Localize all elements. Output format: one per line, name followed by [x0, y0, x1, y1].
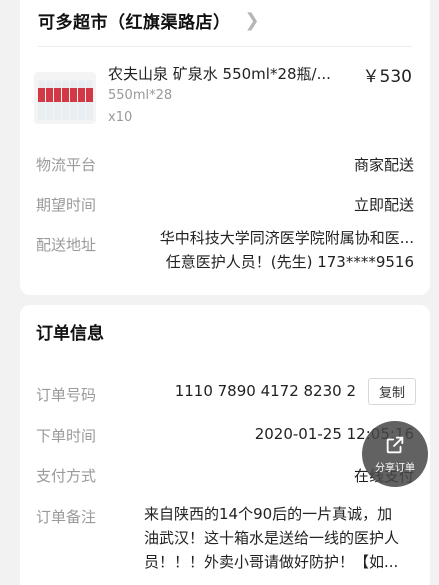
chevron-right-icon[interactable]: ❯ [245, 10, 260, 31]
product-price: ￥530 [362, 67, 412, 87]
address-value: 华中科技大学同济医学院附属协和医... 任意医护人员！(先生) 173****9… [132, 226, 414, 274]
store-name[interactable]: 可多超市（红旗渠路店） [38, 8, 231, 33]
store-card: 可多超市（红旗渠路店） ❯ 农夫山泉 矿泉水 550ml*28瓶/... ￥53… [20, 0, 430, 295]
order-number-label: 订单号码 [36, 386, 97, 404]
address-label: 配送地址 [36, 236, 97, 254]
order-note-label: 订单备注 [36, 508, 97, 526]
product-title[interactable]: 农夫山泉 矿泉水 550ml*28瓶/... [108, 63, 358, 84]
note-line: 来自陕西的14个90后的一片真诚，加 [144, 505, 393, 523]
logistics-value: 商家配送 [353, 156, 414, 174]
product-quantity: x10 [108, 110, 133, 125]
product-image[interactable] [34, 72, 96, 124]
note-line: 油武汉！这十箱水是送给一线的医护人 [144, 529, 400, 547]
product-spec: 550ml*28 [108, 88, 173, 103]
share-order-button[interactable]: 分享订单 [362, 421, 428, 487]
order-note-value: 来自陕西的14个90后的一片真诚，加 油武汉！这十箱水是送给一线的医护人 员！！… [144, 502, 416, 574]
order-time-label: 下单时间 [36, 427, 97, 445]
store-header[interactable]: 可多超市（红旗渠路店） ❯ [38, 8, 260, 33]
expected-time-label: 期望时间 [36, 196, 97, 214]
order-number-value: 1110 7890 4172 8230 2 [174, 382, 356, 400]
note-line: 员！！！外卖小哥请做好防护！【如... [144, 553, 399, 571]
share-order-label: 分享订单 [375, 463, 415, 474]
address-contact: 任意医护人员！(先生) 173****9516 [165, 253, 414, 271]
payment-method-label: 支付方式 [36, 467, 97, 485]
copy-button[interactable]: 复制 [368, 378, 416, 405]
expected-time-value: 立即配送 [353, 196, 414, 214]
divider [38, 46, 412, 47]
share-icon [386, 436, 404, 454]
address-line: 华中科技大学同济医学院附属协和医... [159, 229, 414, 247]
order-info-title: 订单信息 [36, 324, 104, 344]
logistics-label: 物流平台 [36, 156, 97, 174]
